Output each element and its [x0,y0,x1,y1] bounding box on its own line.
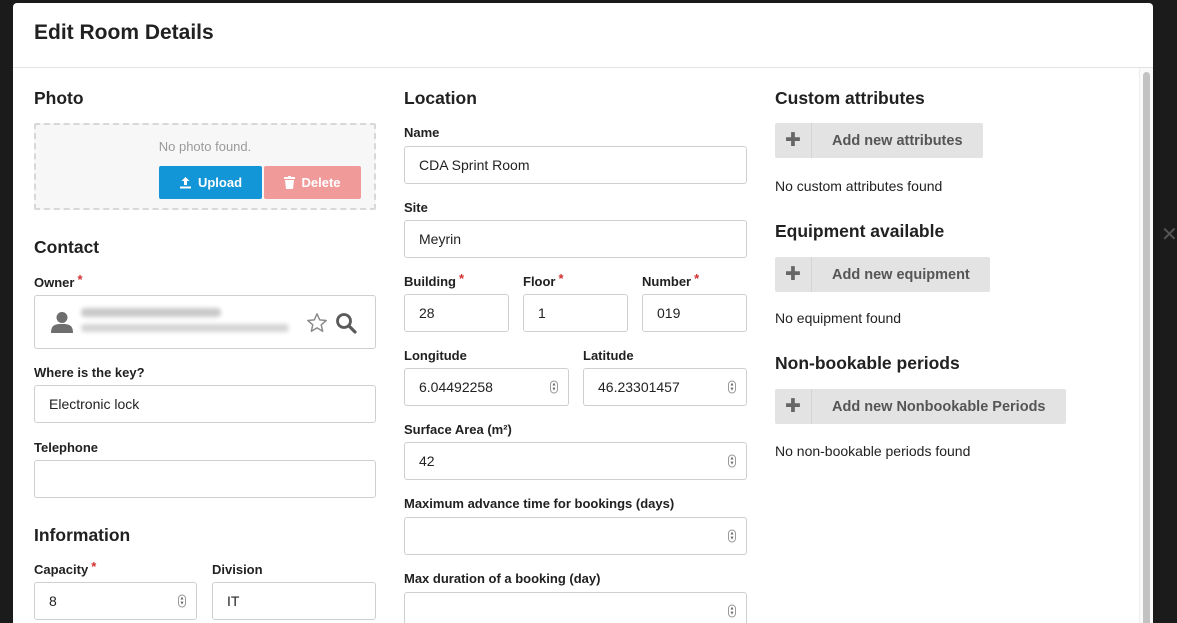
surface-area-label: Surface Area (m²) [404,422,512,437]
number-input[interactable]: 019 [642,294,747,332]
latitude-spinner[interactable]: ▲ ▼ [728,380,736,394]
building-input[interactable]: 28 [404,294,509,332]
add-attributes-label: Add new attributes [832,132,963,149]
key-location-input[interactable]: Electronic lock [34,385,376,423]
dialog-header: Edit Room Details [13,3,1153,68]
custom-attributes-empty: No custom attributes found [775,178,943,194]
latitude-value: 46.23301457 [598,379,680,395]
add-nonbookable-label: Add new Nonbookable Periods [832,398,1046,415]
surface-area-input[interactable]: 42 ▲ ▼ [404,442,747,480]
telephone-label: Telephone [34,440,99,455]
capacity-spinner[interactable]: ▲ ▼ [178,594,186,608]
upload-icon [179,177,191,189]
owner-field[interactable] [34,295,376,349]
building-label: Building * [404,271,465,289]
plus-icon: ✚ [775,123,812,158]
floor-input[interactable]: 1 [523,294,628,332]
number-label: Number * [642,271,700,289]
required-marker: * [459,271,465,286]
latitude-input[interactable]: 46.23301457 ▲ ▼ [583,368,747,406]
star-icon[interactable] [306,312,328,334]
capacity-input[interactable]: 8 ▲ ▼ [34,582,197,620]
delete-button[interactable]: Delete [264,166,361,199]
add-equipment-button[interactable]: ✚ Add new equipment [775,257,990,292]
division-input[interactable]: IT [212,582,376,620]
add-attributes-button[interactable]: ✚ Add new attributes [775,123,983,158]
edit-room-dialog: Edit Room Details Photo No photo found. … [13,3,1153,623]
floor-label: Floor * [523,271,564,289]
owner-label: Owner * [34,272,83,290]
owner-name-redacted [81,308,221,317]
longitude-input[interactable]: 6.04492258 ▲ ▼ [404,368,569,406]
close-icon[interactable]: ✕ [1161,222,1177,247]
add-nonbookable-button[interactable]: ✚ Add new Nonbookable Periods [775,389,1066,424]
longitude-spinner[interactable]: ▲ ▼ [550,380,558,394]
capacity-value: 8 [49,593,57,609]
search-icon[interactable] [335,312,357,334]
required-marker: * [91,559,97,574]
required-marker: * [558,271,564,286]
max-advance-input[interactable]: ▲ ▼ [404,517,747,555]
key-label: Where is the key? [34,365,145,380]
dialog-title: Edit Room Details [34,21,214,44]
add-equipment-label: Add new equipment [832,266,970,283]
equipment-title: Equipment available [775,221,945,241]
dialog-body: Photo No photo found. Upload Delete Cont… [13,68,1153,623]
room-name-input[interactable]: CDA Sprint Room [404,146,747,184]
plus-icon: ✚ [775,257,812,292]
max-duration-label: Max duration of a booking (day) [404,571,601,586]
capacity-label: Capacity * [34,559,97,577]
nonbookable-empty: No non-bookable periods found [775,443,971,459]
dialog-scrollbar[interactable] [1139,68,1153,623]
required-marker: * [694,271,700,286]
scrollbar-thumb[interactable] [1143,72,1150,623]
surface-area-value: 42 [419,453,435,469]
plus-icon: ✚ [775,389,812,424]
photo-section-title: Photo [34,88,84,108]
surface-area-spinner[interactable]: ▲ ▼ [728,454,736,468]
max-advance-label: Maximum advance time for bookings (days) [404,496,675,511]
max-duration-spinner[interactable]: ▲ ▼ [728,604,736,618]
photo-dropzone[interactable]: No photo found. Upload Delete [34,123,376,210]
name-label: Name [404,125,440,140]
max-advance-spinner[interactable]: ▲ ▼ [728,529,736,543]
photo-empty-message: No photo found. [158,139,252,154]
site-input[interactable]: Meyrin [404,220,747,258]
latitude-label: Latitude [583,348,634,363]
contact-section-title: Contact [34,237,100,257]
trash-icon [284,176,296,189]
user-icon [51,312,73,333]
longitude-value: 6.04492258 [419,379,493,395]
site-label: Site [404,200,428,215]
division-label: Division [212,562,263,577]
delete-button-label: Delete [301,175,341,190]
owner-email-redacted [81,324,289,332]
upload-button-label: Upload [197,175,243,190]
custom-attributes-title: Custom attributes [775,88,925,108]
longitude-label: Longitude [404,348,467,363]
equipment-empty: No equipment found [775,310,902,326]
information-section-title: Information [34,525,131,545]
nonbookable-title: Non-bookable periods [775,353,960,373]
upload-button[interactable]: Upload [159,166,262,199]
telephone-input[interactable] [34,460,376,498]
location-section-title: Location [404,88,477,108]
required-marker: * [77,272,83,287]
max-duration-input[interactable]: ▲ ▼ [404,592,747,623]
